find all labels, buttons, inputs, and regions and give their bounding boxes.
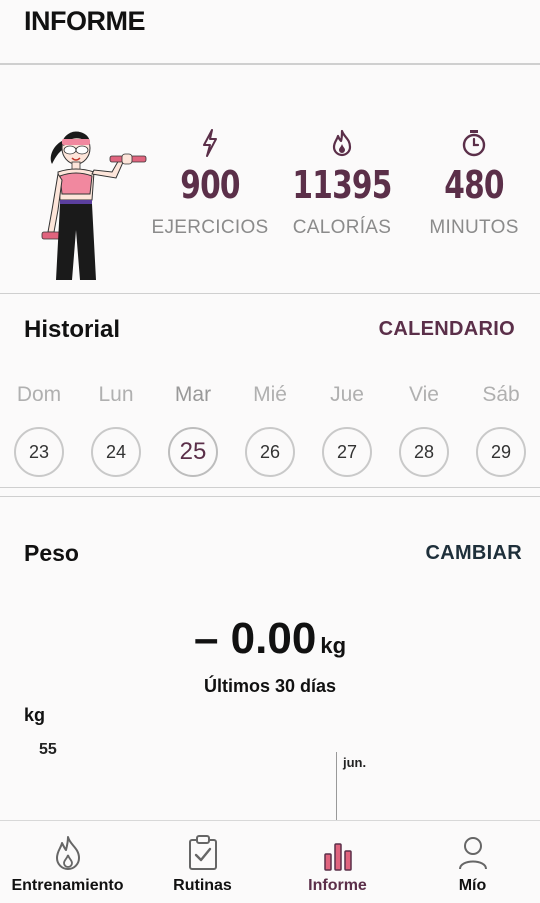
stat-minutes: 480 MINUTOS (409, 127, 539, 239)
nav-label: Mío (458, 877, 487, 894)
stat-label: EJERCICIOS (151, 217, 269, 238)
app-header: INFORME (0, 0, 540, 65)
nav-label: Rutinas (173, 877, 232, 894)
day-thursday[interactable]: Jue 27 (317, 383, 377, 477)
day-monday[interactable]: Lun 24 (86, 383, 146, 477)
stat-label: CALORÍAS (292, 217, 392, 238)
divider (0, 496, 540, 497)
day-date[interactable]: 23 (14, 427, 64, 477)
day-date[interactable]: 26 (245, 427, 295, 477)
stat-value: 480 (444, 163, 504, 207)
week-strip: Dom 23 Lun 24 Mar 25 Mié 26 Jue 27 Vie 2… (0, 383, 540, 483)
day-date[interactable]: 24 (91, 427, 141, 477)
nav-training[interactable]: Entrenamiento (0, 821, 135, 903)
stats-section: 900 EJERCICIOS 11395 CALORÍAS 480 MINUTO… (0, 65, 540, 294)
stopwatch-icon (409, 127, 539, 159)
flame-icon (0, 821, 135, 871)
day-date[interactable]: 28 (399, 427, 449, 477)
day-date-today[interactable]: 25 (168, 427, 218, 477)
day-tuesday[interactable]: Mar 25 (163, 383, 223, 477)
stat-exercises: 900 EJERCICIOS (145, 127, 275, 239)
stat-label: MINUTOS (429, 217, 519, 238)
stat-calories: 11395 CALORÍAS (277, 127, 407, 239)
page-title: INFORME (24, 6, 146, 36)
nav-label: Informe (308, 877, 367, 894)
day-date[interactable]: 27 (322, 427, 372, 477)
nav-report[interactable]: Informe (270, 821, 405, 903)
clipboard-check-icon (135, 821, 270, 871)
weight-range-label: Últimos 30 días (203, 676, 337, 696)
nav-label: Entrenamiento (11, 877, 124, 894)
flame-icon (277, 127, 407, 159)
day-name: Dom (16, 383, 62, 406)
day-sunday[interactable]: Dom 23 (9, 383, 69, 477)
day-date[interactable]: 29 (476, 427, 526, 477)
day-saturday[interactable]: Sáb 29 (471, 383, 531, 477)
day-wednesday[interactable]: Mié 26 (240, 383, 300, 477)
change-weight-link[interactable]: CAMBIAR (425, 542, 522, 565)
day-name: Lun (98, 383, 134, 406)
fitness-woman-illustration (41, 131, 147, 280)
month-label: jun. (343, 755, 367, 770)
weight-unit: kg (320, 633, 347, 658)
stat-value: 11395 (292, 163, 392, 207)
month-marker-line (336, 752, 337, 820)
chart-axis-tick: 55 (39, 741, 57, 758)
day-friday[interactable]: Vie 28 (394, 383, 454, 477)
nav-routines[interactable]: Rutinas (135, 821, 270, 903)
chart-axis-unit: kg (24, 705, 46, 725)
day-name: Vie (409, 383, 439, 406)
day-name: Mar (174, 383, 212, 406)
lightning-icon (145, 127, 275, 159)
weight-value: – 0.00 kg (0, 614, 540, 664)
divider (0, 487, 540, 488)
weight-number: – 0.00 (193, 614, 317, 663)
nav-profile[interactable]: Mío (405, 821, 540, 903)
history-title: Historial (24, 316, 121, 343)
bar-chart-icon (270, 821, 405, 871)
day-name: Jue (330, 383, 364, 406)
day-name: Sáb (482, 383, 520, 406)
person-icon (405, 821, 540, 871)
bottom-nav: Entrenamiento Rutinas Informe Mío (0, 820, 540, 903)
day-name: Mié (253, 383, 287, 406)
stat-value: 900 (180, 163, 240, 207)
weight-title: Peso (24, 540, 79, 566)
calendar-link[interactable]: CALENDARIO (379, 318, 515, 341)
